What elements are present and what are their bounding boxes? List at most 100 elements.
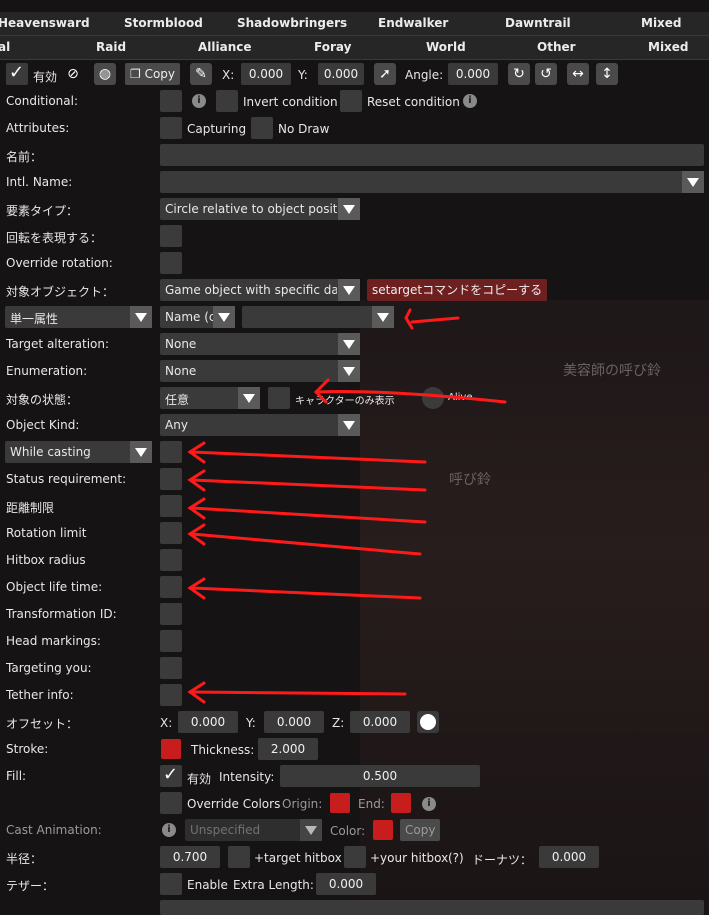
name-mode-select[interactable]: Name (c	[160, 306, 235, 328]
targeting-you-label: Targeting you:	[6, 661, 92, 675]
enumeration-select[interactable]: None	[160, 360, 360, 382]
tab-mixed-2[interactable]: Mixed	[648, 40, 689, 54]
distance-limit-checkbox[interactable]	[160, 495, 182, 517]
cast-color-swatch[interactable]	[373, 820, 393, 840]
flip-vertical-icon[interactable]: ↕	[596, 63, 618, 85]
info-icon[interactable]: i	[463, 94, 477, 108]
targeting-you-checkbox[interactable]	[160, 657, 182, 679]
flip-horizontal-icon[interactable]: ↔	[567, 63, 589, 85]
tab-stormblood[interactable]: Stormblood	[124, 16, 203, 30]
circle-dot-icon[interactable]	[417, 711, 439, 733]
tab-dawntrail[interactable]: Dawntrail	[505, 16, 571, 30]
attribute-value-select[interactable]	[242, 306, 394, 328]
copy-settarget-button[interactable]: setargetコマンドをコピーする	[367, 279, 548, 301]
status-requirement-checkbox[interactable]	[160, 468, 182, 490]
stroke-color-swatch[interactable]	[161, 739, 181, 759]
alive-checkbox[interactable]	[422, 387, 444, 409]
while-casting-checkbox[interactable]	[160, 441, 182, 463]
origin-color-swatch[interactable]	[330, 793, 350, 813]
head-markings-row: Head markings:	[0, 628, 709, 655]
your-hitbox-checkbox[interactable]	[344, 846, 366, 868]
object-kind-value: Any	[165, 418, 188, 432]
invert-condition-checkbox[interactable]	[216, 90, 238, 112]
offset-x-input[interactable]: 0.000	[178, 711, 238, 733]
offset-y-input[interactable]: 0.000	[264, 711, 324, 733]
hitbox-radius-checkbox[interactable]	[160, 549, 182, 571]
y-label: Y:	[298, 68, 308, 82]
override-colors-checkbox[interactable]	[160, 792, 182, 814]
tab-raid[interactable]: Raid	[96, 40, 126, 54]
character-only-checkbox[interactable]	[268, 387, 290, 409]
tether-info-checkbox[interactable]	[160, 684, 182, 706]
copy-color-button[interactable]: Copy	[400, 819, 441, 841]
target-object-select[interactable]: Game object with specific data	[160, 279, 360, 301]
chevron-down-icon	[338, 333, 360, 355]
y-input[interactable]: 0.000	[318, 63, 364, 85]
name-input[interactable]	[160, 144, 704, 166]
single-attribute-select[interactable]: 単一属性	[5, 306, 152, 328]
transformation-id-checkbox[interactable]	[160, 603, 182, 625]
capturing-checkbox[interactable]	[160, 117, 182, 139]
angle-input[interactable]: 0.000	[448, 63, 498, 85]
attribute-filter-row: 単一属性 Name (c	[0, 304, 709, 331]
fill-enabled-label: 有効	[187, 772, 212, 786]
override-colors-label: Override Colors	[187, 797, 281, 811]
copy-button[interactable]: ❐ Copy	[125, 63, 181, 85]
element-type-row: 要素タイプ： Circle relative to object positio	[0, 196, 709, 223]
info-icon[interactable]: i	[162, 823, 176, 837]
tab-alliance[interactable]: Alliance	[198, 40, 252, 54]
element-type-select[interactable]: Circle relative to object positio	[160, 198, 360, 220]
eyedropper-icon[interactable]: ✎	[190, 63, 212, 85]
tab-shadowbringers[interactable]: Shadowbringers	[237, 16, 347, 30]
conditional-checkbox[interactable]	[160, 90, 182, 112]
target-state-select[interactable]: 任意	[160, 387, 260, 409]
end-color-swatch[interactable]	[391, 793, 411, 813]
partial-next-field[interactable]	[160, 900, 704, 915]
override-rotation-checkbox[interactable]	[160, 252, 182, 274]
rotate-cw-icon[interactable]: ↻	[508, 63, 530, 85]
tab-endwalker[interactable]: Endwalker	[378, 16, 448, 30]
info-icon[interactable]: i	[192, 94, 206, 108]
cast-animation-select[interactable]: Unspecified	[185, 819, 322, 841]
reset-condition-checkbox[interactable]	[340, 90, 362, 112]
fill-enabled-checkbox[interactable]	[160, 764, 182, 787]
no-draw-checkbox[interactable]	[251, 117, 273, 139]
offset-z-input[interactable]: 0.000	[350, 711, 410, 733]
tab-general[interactable]: al	[0, 40, 10, 54]
while-casting-value: While casting	[10, 445, 91, 459]
chevron-down-icon	[238, 387, 260, 409]
express-rotation-checkbox[interactable]	[160, 225, 182, 247]
intensity-slider[interactable]: 0.500	[280, 765, 480, 787]
tab-foray[interactable]: Foray	[314, 40, 351, 54]
target-hitbox-checkbox[interactable]	[228, 846, 250, 868]
x-input[interactable]: 0.000	[241, 63, 291, 85]
tab-heavensward[interactable]: Heavensward	[0, 16, 90, 30]
intl-name-select[interactable]	[160, 171, 704, 193]
extra-length-input[interactable]: 0.000	[316, 873, 376, 895]
transformation-id-label: Transformation ID:	[6, 607, 117, 621]
rotate-ccw-icon[interactable]: ↺	[535, 63, 557, 85]
enumeration-row: Enumeration: None	[0, 358, 709, 385]
donut-input[interactable]: 0.000	[539, 846, 599, 868]
enabled-checkbox[interactable]	[6, 62, 28, 85]
head-markings-checkbox[interactable]	[160, 630, 182, 652]
tab-other[interactable]: Other	[537, 40, 576, 54]
end-label: End:	[358, 797, 385, 811]
info-icon[interactable]: i	[422, 797, 436, 811]
tab-mixed[interactable]: Mixed	[641, 16, 682, 30]
eye-off-icon[interactable]: ⊘	[62, 63, 84, 85]
target-alteration-select[interactable]: None	[160, 333, 360, 355]
rotation-limit-checkbox[interactable]	[160, 522, 182, 544]
object-life-time-checkbox[interactable]	[160, 576, 182, 598]
help-icon[interactable]: (?)	[448, 851, 464, 865]
chevron-down-icon	[130, 441, 152, 463]
thickness-input[interactable]: 2.000	[258, 738, 318, 760]
target-object-value: Game object with specific data	[165, 283, 337, 297]
cursor-icon[interactable]: ➚	[374, 63, 396, 85]
radius-input[interactable]: 0.700	[160, 846, 220, 868]
globe-icon[interactable]: ◍	[94, 63, 116, 85]
tab-world[interactable]: World	[426, 40, 466, 54]
tether-enable-checkbox[interactable]	[160, 873, 182, 895]
while-casting-select[interactable]: While casting	[5, 441, 152, 463]
object-kind-select[interactable]: Any	[160, 414, 360, 436]
